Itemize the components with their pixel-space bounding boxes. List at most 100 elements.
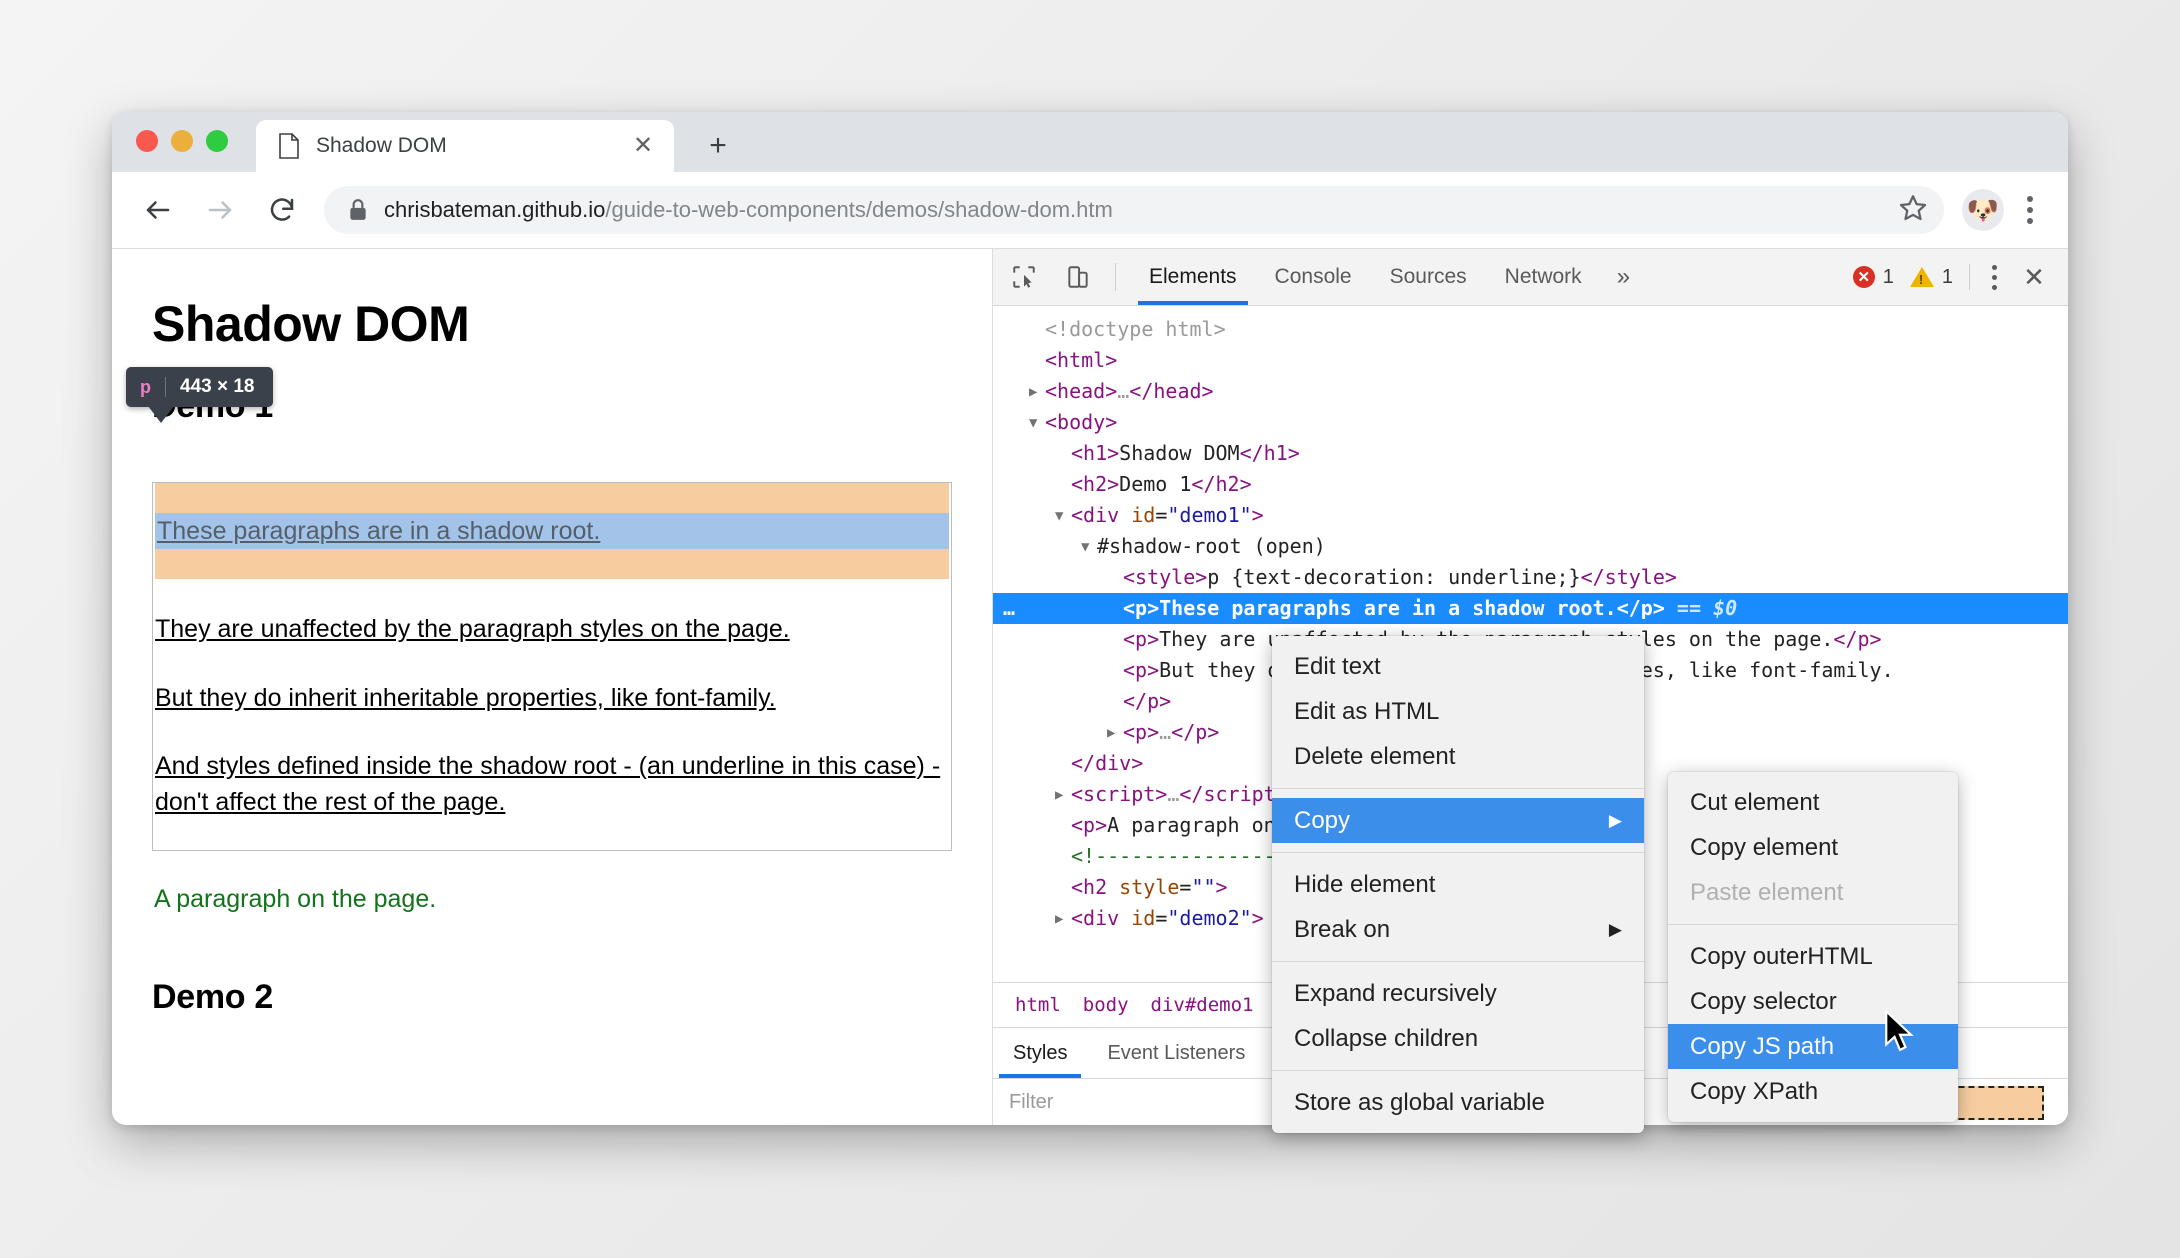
maximize-window-button[interactable] <box>206 130 228 152</box>
lock-icon <box>348 198 368 222</box>
tab-strip: Shadow DOM ✕ + <box>112 112 2068 172</box>
submenu-item-copy-element[interactable]: Copy element <box>1668 825 1958 870</box>
star-icon[interactable] <box>1898 193 1928 228</box>
menu-item-label: Cut element <box>1690 788 1820 816</box>
shadow-padding-top <box>155 483 949 513</box>
menu-item-copy[interactable]: Copy ▶ <box>1272 798 1644 843</box>
page-paragraph: A paragraph on the page. <box>154 885 437 914</box>
menu-divider <box>1272 1070 1644 1071</box>
devtools-menu-icon[interactable] <box>1976 255 2012 299</box>
expand-arrow-icon[interactable]: ▶ <box>1029 377 1045 408</box>
menu-item-label: Store as global variable <box>1294 1088 1545 1116</box>
more-tabs-icon[interactable]: » <box>1601 249 1646 305</box>
dom-node[interactable]: ▼ <div id="demo1"> <box>993 500 2068 531</box>
dom-node[interactable]: <h2>Demo 1</h2> <box>993 469 2068 500</box>
forward-icon[interactable] <box>198 188 242 232</box>
submenu-item-cut-element[interactable]: Cut element <box>1668 780 1958 825</box>
dom-node-selected[interactable]: … <p>These paragraphs are in a shadow roo… <box>993 593 2068 624</box>
expand-arrow-icon[interactable]: ▶ <box>1055 904 1071 935</box>
chevron-right-icon: ▶ <box>1608 810 1622 830</box>
menu-divider <box>1272 788 1644 789</box>
dom-node[interactable]: <style>p {text-decoration: underline;}</… <box>993 562 2068 593</box>
window-controls <box>136 130 228 152</box>
chevron-right-icon: ▶ <box>1608 919 1622 939</box>
mouse-cursor <box>1885 1010 1914 1052</box>
minimize-window-button[interactable] <box>171 130 193 152</box>
expand-arrow-icon[interactable]: ▶ <box>1055 780 1071 811</box>
dom-node[interactable]: ▶ <head>…</head> <box>993 376 2068 407</box>
breadcrumb-item-div[interactable]: div#demo1 <box>1151 994 1254 1016</box>
dom-node[interactable]: ▼ #shadow-root (open) <box>993 531 2068 562</box>
menu-item-collapse-children[interactable]: Collapse children <box>1272 1016 1644 1061</box>
menu-item-label: Expand recursively <box>1294 979 1497 1007</box>
browser-tab[interactable]: Shadow DOM ✕ <box>256 120 674 172</box>
menu-item-label: Collapse children <box>1294 1024 1479 1052</box>
menu-divider <box>1668 924 1958 925</box>
close-window-button[interactable] <box>136 130 158 152</box>
inspector-tooltip-tag: p <box>140 376 151 397</box>
devtools-toolbar-right: ✕ 1 1 ✕ <box>1852 255 2068 299</box>
tab-title: Shadow DOM <box>316 134 447 157</box>
new-tab-button[interactable]: + <box>700 128 736 164</box>
dom-node[interactable]: <html> <box>993 345 2068 376</box>
tab-event-listeners[interactable]: Event Listeners <box>1087 1028 1265 1078</box>
devtools-tab-list: Elements Console Sources Network » <box>1130 249 1646 305</box>
menu-item-edit-as-html[interactable]: Edit as HTML <box>1272 689 1644 734</box>
menu-item-store-as-global-variable[interactable]: Store as global variable <box>1272 1080 1644 1125</box>
reload-icon[interactable] <box>260 188 304 232</box>
avatar[interactable]: 🐶 <box>1962 189 2004 231</box>
url-path: /guide-to-web-components/demos/shadow-do… <box>605 197 1113 222</box>
dom-node[interactable]: ▼ <body> <box>993 407 2068 438</box>
expand-arrow-icon[interactable]: ▼ <box>1029 408 1045 439</box>
error-badge[interactable]: ✕ 1 <box>1852 266 1894 289</box>
tab-network[interactable]: Network <box>1486 249 1601 305</box>
menu-item-label: Break on <box>1294 915 1391 943</box>
menu-item-edit-text[interactable]: Edit text <box>1272 644 1644 689</box>
dom-node[interactable]: <h1>Shadow DOM</h1> <box>993 438 2068 469</box>
warning-badge[interactable]: 1 <box>1909 266 1953 289</box>
context-menu[interactable]: Edit text Edit as HTML Delete element Copy ▶… <box>1272 636 1644 1133</box>
menu-item-label: Hide element <box>1294 870 1436 898</box>
page-title: Shadow DOM <box>152 296 470 352</box>
menu-item-label: Copy XPath <box>1690 1077 1819 1105</box>
screen: Shadow DOM ✕ + chrisbateman.github.io/gu… <box>0 0 2180 1258</box>
menu-item-label: Delete element <box>1294 742 1456 770</box>
breadcrumb-item-body[interactable]: body <box>1083 994 1129 1016</box>
dom-node[interactable]: <!doctype html> <box>993 314 2068 345</box>
device-toolbar-icon[interactable] <box>1055 254 1101 300</box>
expand-arrow-icon[interactable]: ▼ <box>1081 532 1097 563</box>
cursor-select-icon[interactable] <box>1001 254 1047 300</box>
menu-item-hide-element[interactable]: Hide element <box>1272 862 1644 907</box>
menu-divider <box>1272 961 1644 962</box>
inspector-tooltip-dimensions: 443 × 18 <box>180 376 255 397</box>
breadcrumb-item-html[interactable]: html <box>1015 994 1061 1016</box>
back-icon[interactable] <box>136 188 180 232</box>
context-submenu[interactable]: Cut element Copy element Paste element Copy… <box>1668 772 1958 1122</box>
tab-elements[interactable]: Elements <box>1130 249 1256 305</box>
browser-toolbar: chrisbateman.github.io/guide-to-web-comp… <box>112 172 2068 249</box>
tab-styles[interactable]: Styles <box>993 1028 1087 1078</box>
tab-console[interactable]: Console <box>1256 249 1371 305</box>
browser-menu-icon[interactable] <box>2010 188 2050 232</box>
tab-sources[interactable]: Sources <box>1371 249 1486 305</box>
rendered-page: Shadow DOM Demo 1 p 443 × 18 These parag… <box>112 249 993 1125</box>
close-icon[interactable]: ✕ <box>626 129 660 163</box>
menu-item-break-on[interactable]: Break on ▶ <box>1272 907 1644 952</box>
error-icon: ✕ <box>1852 266 1875 288</box>
close-devtools-icon[interactable]: ✕ <box>2012 255 2056 299</box>
devtools-toolbar: Elements Console Sources Network » ✕ 1 !… <box>993 249 2068 306</box>
submenu-item-copy-outerhtml[interactable]: Copy outerHTML <box>1668 934 1958 979</box>
divider <box>1969 264 1970 290</box>
menu-item-label: Copy JS path <box>1690 1032 1835 1060</box>
expand-arrow-icon[interactable]: ▼ <box>1055 501 1071 532</box>
menu-item-label: Copy selector <box>1690 987 1837 1015</box>
expand-arrow-icon[interactable]: ▶ <box>1107 718 1123 749</box>
address-bar[interactable]: chrisbateman.github.io/guide-to-web-comp… <box>324 186 1944 234</box>
inspector-tooltip: p 443 × 18 <box>126 367 273 423</box>
submenu-item-paste-element: Paste element <box>1668 870 1958 915</box>
shadow-paragraph-3: But they do inherit inheritable properti… <box>155 683 776 712</box>
menu-item-expand-recursively[interactable]: Expand recursively <box>1272 971 1644 1016</box>
page-icon <box>278 133 300 159</box>
menu-item-delete-element[interactable]: Delete element <box>1272 734 1644 779</box>
submenu-item-copy-xpath[interactable]: Copy XPath <box>1668 1069 1958 1114</box>
